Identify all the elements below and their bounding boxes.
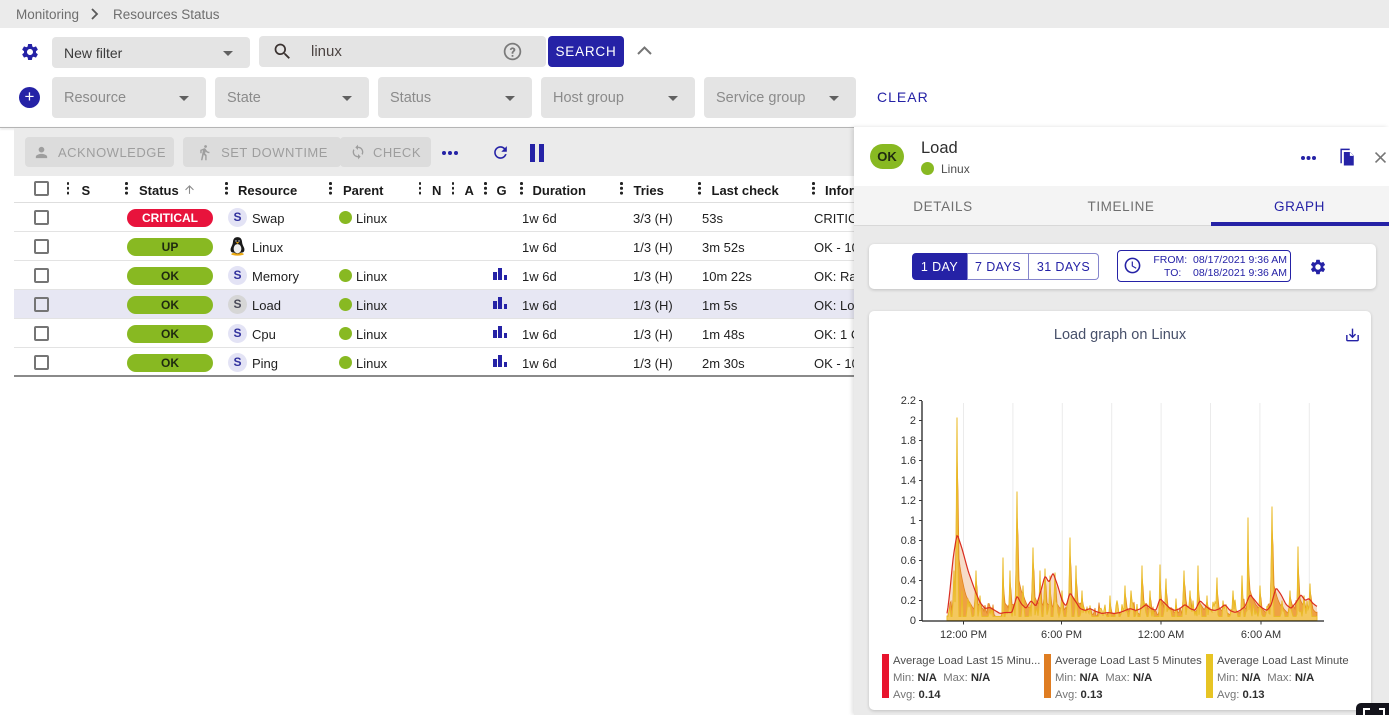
svg-text:1: 1 xyxy=(910,515,916,527)
svg-text:0.8: 0.8 xyxy=(901,535,916,547)
svg-text:0.2: 0.2 xyxy=(901,595,916,607)
svg-text:1.8: 1.8 xyxy=(901,435,916,447)
svg-text:12:00 AM: 12:00 AM xyxy=(1138,629,1184,641)
svg-text:1.4: 1.4 xyxy=(901,475,916,487)
svg-text:0.6: 0.6 xyxy=(901,555,916,567)
svg-text:12:00 PM: 12:00 PM xyxy=(940,629,987,641)
svg-text:1.6: 1.6 xyxy=(901,455,916,467)
svg-text:1.2: 1.2 xyxy=(901,495,916,507)
svg-text:2.2: 2.2 xyxy=(901,395,916,407)
svg-text:6:00 PM: 6:00 PM xyxy=(1041,629,1082,641)
svg-text:0: 0 xyxy=(910,615,916,627)
svg-text:6:00 AM: 6:00 AM xyxy=(1241,629,1281,641)
svg-text:0.4: 0.4 xyxy=(901,575,916,587)
svg-text:2: 2 xyxy=(910,415,916,427)
